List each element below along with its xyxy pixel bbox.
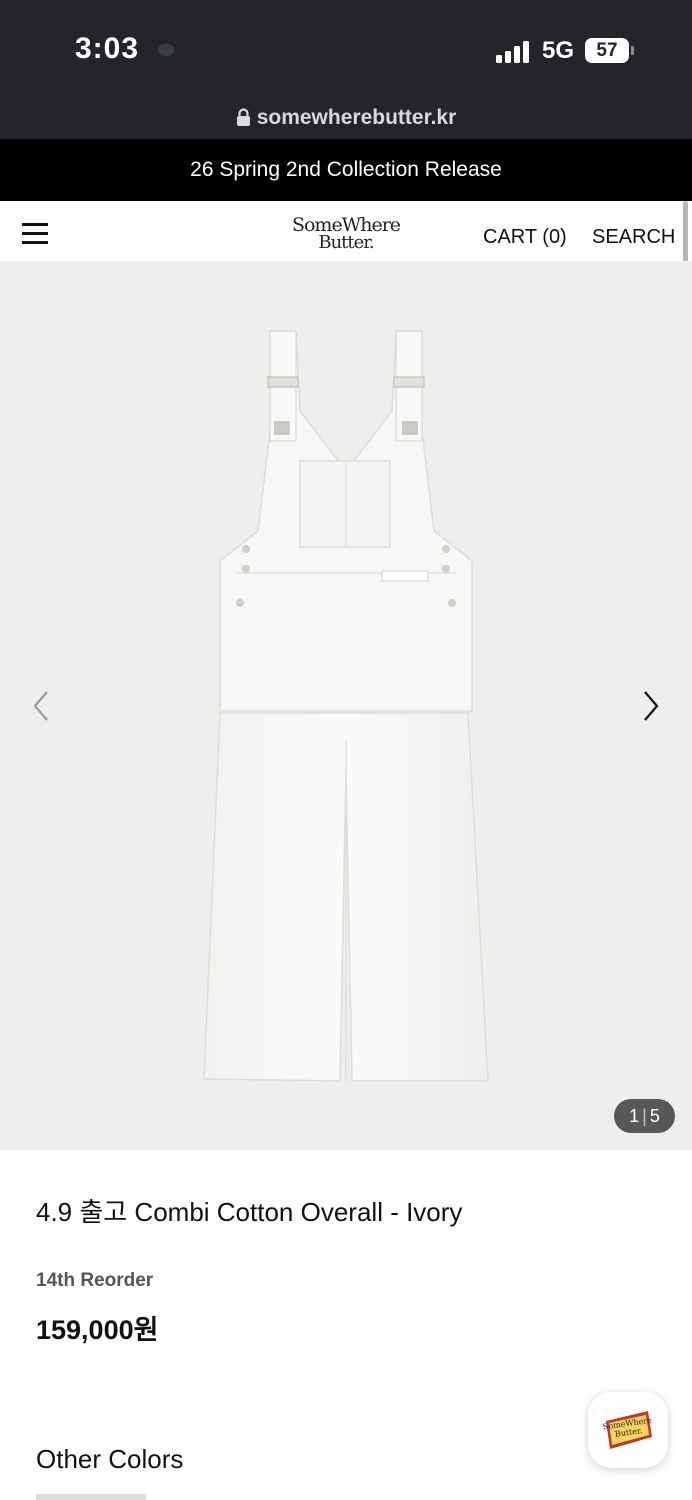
image-counter: 1 | 5 (614, 1099, 675, 1133)
network-type: 5G (542, 37, 575, 64)
chevron-right-icon[interactable] (638, 688, 664, 724)
color-swatch[interactable] (36, 1494, 146, 1500)
product-title: 4.9 출고 Combi Cotton Overall - Ivory (36, 1197, 463, 1227)
logo-line2: Butter. (318, 232, 374, 253)
url-text: somewherebutter.kr (256, 106, 457, 129)
battery-icon: 57 (585, 38, 629, 63)
reorder-label: 14th Reorder (36, 1270, 154, 1291)
battery-cap (631, 46, 634, 55)
search-link[interactable]: SEARCH (592, 226, 675, 249)
focus-indicator-icon (158, 44, 174, 56)
product-price: 159,000원 (36, 1315, 159, 1345)
lock-icon (236, 108, 250, 126)
counter-total: 5 (649, 1106, 660, 1126)
cart-link[interactable]: CART (0) (483, 226, 567, 249)
hamburger-menu-icon[interactable] (22, 223, 48, 245)
site-logo[interactable]: SomeWhere Butter. (288, 215, 404, 259)
status-time: 3:03 (75, 32, 140, 65)
status-bar: 3:03 5G 57 somewherebutter.kr (0, 0, 692, 139)
product-gallery[interactable]: 1 | 5 (0, 261, 692, 1150)
product-image (203, 330, 489, 1082)
announcement-text: 26 Spring 2nd Collection Release (190, 158, 502, 181)
chevron-left-icon[interactable] (28, 688, 54, 724)
counter-current: 1 (629, 1106, 640, 1126)
chat-launcher-button[interactable]: SomeWhere Butter. (588, 1392, 668, 1468)
address-bar[interactable]: somewherebutter.kr (0, 106, 692, 136)
other-colors-heading: Other Colors (36, 1444, 184, 1474)
site-header: SomeWhere Butter. CART (0) SEARCH (0, 201, 692, 261)
announcement-bar[interactable]: 26 Spring 2nd Collection Release (0, 139, 692, 201)
signal-icon (496, 41, 532, 63)
